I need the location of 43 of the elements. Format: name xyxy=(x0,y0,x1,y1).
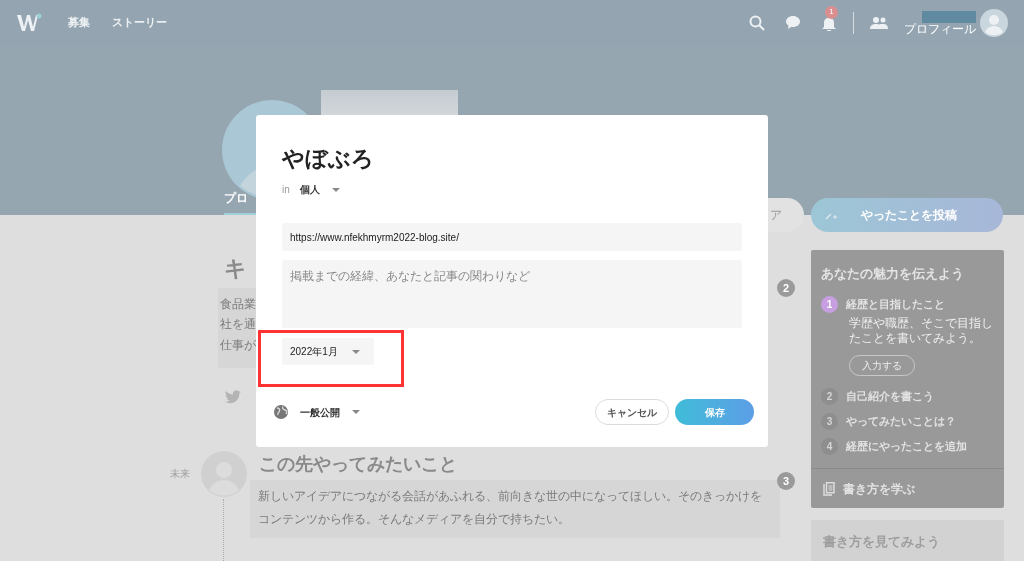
logo-icon[interactable] xyxy=(16,11,42,34)
url-field[interactable]: https://www.nfekhmyrm2022-blog.site/ xyxy=(282,223,742,251)
step-number: 3 xyxy=(777,472,795,490)
bird-icon[interactable] xyxy=(225,390,241,404)
visibility-dropdown[interactable]: 一般公開 xyxy=(300,404,360,420)
step-description: 学歴や職歴、そこで目指したことを書いてみよう。 xyxy=(849,315,994,347)
nav-link[interactable]: 募集 xyxy=(68,14,90,31)
description-field[interactable]: 掲載までの経緯、あなたと記事の関わりなど xyxy=(282,260,742,328)
step-number: 2 xyxy=(777,279,795,297)
save-button[interactable]: 保存 xyxy=(675,399,754,425)
step-number: 4 xyxy=(821,437,838,455)
section-heading: キ xyxy=(224,255,247,283)
timeline-label: 未来 xyxy=(170,467,190,481)
notification-badge: 1 xyxy=(825,5,838,19)
caret-icon xyxy=(352,349,360,354)
section-heading: この先やってみたいこと xyxy=(259,453,457,476)
guide-title: あなたの魅力を伝えよう xyxy=(821,265,965,283)
step-title[interactable]: 自己紹介を書こう xyxy=(846,387,934,405)
in-label: in xyxy=(282,183,290,197)
step-number: 2 xyxy=(821,387,838,405)
name-placeholder xyxy=(922,10,976,23)
nav-link[interactable]: ストーリー xyxy=(112,14,167,31)
chat-bubble-icon[interactable] xyxy=(785,15,801,30)
cancel-button[interactable]: キャンセル xyxy=(595,399,669,425)
avatar-icon[interactable] xyxy=(980,8,1008,37)
people-icon[interactable] xyxy=(870,15,888,30)
globe-icon xyxy=(274,405,288,419)
future-text: 新しいアイデアにつながる会話があふれる、前向きな世の中になってほしい。そのきっかけをコンテンツから作る。そんなメディアを自分で持ちたい。 xyxy=(258,488,763,528)
search-icon[interactable] xyxy=(749,14,765,31)
step-title[interactable]: やってみたいことは？ xyxy=(846,412,956,430)
post-button[interactable]: やったことを投稿 xyxy=(811,198,1003,232)
learn-link[interactable]: 書き方を学ぶ xyxy=(843,479,915,498)
dialog-title: やぼぶろ xyxy=(282,148,375,170)
step-number: 3 xyxy=(821,412,838,430)
date-dropdown[interactable]: 2022年1月 xyxy=(282,338,374,365)
caret-icon xyxy=(331,187,340,192)
step-number: 1 xyxy=(821,295,838,313)
category-dropdown[interactable]: 個人 xyxy=(299,182,340,197)
profile-label[interactable]: プロフィール xyxy=(904,22,976,35)
step-title[interactable]: 経歴にやったことを追加 xyxy=(846,437,967,455)
caret-icon xyxy=(352,410,360,414)
document-icon xyxy=(823,481,835,496)
step-title[interactable]: 経歴と目指したこと xyxy=(846,295,945,313)
